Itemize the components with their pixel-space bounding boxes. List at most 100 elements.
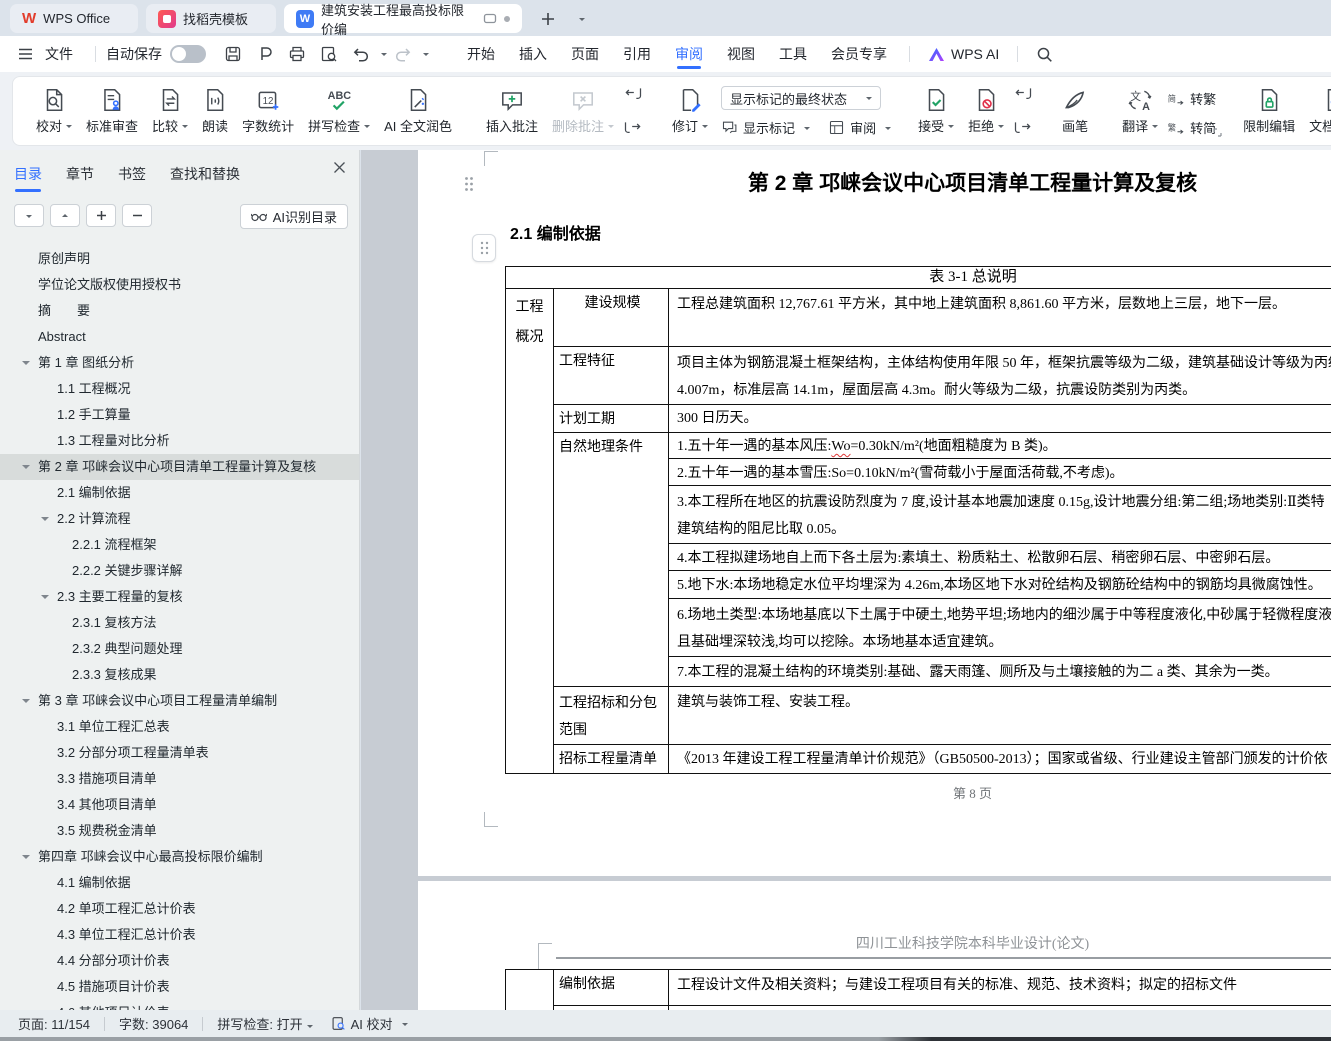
toc-item[interactable]: 4.1 编制依据 <box>0 870 360 896</box>
row-label[interactable]: 建设规模 <box>554 289 669 347</box>
cell-text[interactable]: 7.本工程的混凝土结构的环境类别:基础、露天雨篷、厕所及与土壤接触的为二 a 类… <box>669 657 1331 687</box>
encrypt-document-button[interactable]: 文档加密 <box>1302 83 1331 139</box>
toc-item[interactable]: 2.2.2 关键步骤详解 <box>0 558 360 584</box>
tab-collab-icon[interactable] <box>483 12 497 26</box>
wps-ai-button[interactable]: WPS AI <box>920 46 1007 62</box>
general-description-table[interactable]: 表 3-1 总说明 工程概况 建设规模 工程总建筑面积 12,767.61 平方… <box>505 266 1331 774</box>
toc-item[interactable]: 1.1 工程概况 <box>0 376 360 402</box>
menu-view[interactable]: 视图 <box>715 36 767 72</box>
track-changes-button[interactable]: 修订 <box>665 83 715 139</box>
markup-state-select[interactable]: 显示标记的最终状态 <box>721 86 881 110</box>
row-label[interactable]: 招标工程量清单 <box>554 745 669 774</box>
menu-start[interactable]: 开始 <box>455 36 507 72</box>
menu-page[interactable]: 页面 <box>559 36 611 72</box>
toc-item[interactable]: 4.5 措施项目计价表 <box>0 974 360 1000</box>
document-canvas[interactable]: 第 2 章 邛崃会议中心项目清单工程量计算及复核 2.1 编制依据 表 3-1 … <box>361 150 1331 1010</box>
reject-button[interactable]: 拒绝 <box>961 83 1011 139</box>
toc-zoom-in-button[interactable] <box>86 204 116 227</box>
toc-item[interactable]: 2.3 主要工程量的复核 <box>0 584 360 610</box>
toc-collapse-up-button[interactable] <box>50 204 80 227</box>
cell-text[interactable]: 工程设计文件及相关资料；与建设工程项目有关的标准、规范、技术资料；拟定的招标文件 <box>669 970 1331 1006</box>
row-group-label[interactable]: 工程概况 <box>506 289 554 774</box>
tab-list-dropdown[interactable] <box>568 7 592 31</box>
collapse-arrow-icon[interactable] <box>22 855 30 863</box>
toc-item[interactable]: 2.3.1 复核方法 <box>0 610 360 636</box>
dialog-launcher-icon[interactable] <box>1213 128 1222 137</box>
cell-text[interactable]: 1.五十年一遇的基本风压:Wo=0.30kN/m²(地面粗糙度为 B 类)。 <box>669 433 1331 459</box>
ai-proofread-button[interactable]: AI 校对 <box>331 1014 408 1033</box>
menu-tools[interactable]: 工具 <box>767 36 819 72</box>
hamburger-icon[interactable] <box>12 42 38 66</box>
row-label[interactable]: 工程招标和分包范围 <box>554 687 669 745</box>
menu-insert[interactable]: 插入 <box>507 36 559 72</box>
row-label[interactable]: 自然地理条件 <box>554 433 669 687</box>
toc-item[interactable]: 2.2 计算流程 <box>0 506 360 532</box>
insert-comment-button[interactable]: 插入批注 <box>479 83 545 139</box>
tab-wps-home[interactable]: W WPS Office <box>10 4 138 33</box>
autosave-toggle[interactable] <box>170 45 206 63</box>
ai-polish-button[interactable]: AI 全文润色 <box>377 83 459 139</box>
collapse-arrow-icon[interactable] <box>41 595 49 603</box>
compare-button[interactable]: 比较 <box>145 83 195 139</box>
cell-text[interactable]: 6.场地土类型:本场地基底以下土属于中硬土,地势平坦;场地内的细沙属于中等程度液… <box>669 599 1331 657</box>
toc-item[interactable]: 4.2 单项工程汇总计价表 <box>0 896 360 922</box>
collapse-arrow-icon[interactable] <box>22 699 30 707</box>
close-sidebar-icon[interactable] <box>333 161 346 174</box>
menu-review[interactable]: 审阅 <box>663 36 715 72</box>
block-drag-handle[interactable] <box>472 234 496 262</box>
row-label[interactable]: 计划工期 <box>554 405 669 433</box>
accept-button[interactable]: 接受 <box>911 83 961 139</box>
cell-text[interactable]: 5.地下水:本场地稳定水位平均埋深为 4.26m,本场区地下水对砼结构及钢筋砼结… <box>669 571 1331 599</box>
toc-item[interactable]: 2.2.1 流程框架 <box>0 532 360 558</box>
sidebar-tab-contents[interactable]: 目录 <box>14 164 42 184</box>
next-change-icon[interactable] <box>1013 119 1033 139</box>
delete-comment-button[interactable]: 删除批注 <box>545 83 621 139</box>
row-label[interactable]: 编制依据 <box>554 970 669 1006</box>
toc-expand-down-button[interactable] <box>14 204 44 227</box>
toc-item[interactable]: 2.3.2 典型问题处理 <box>0 636 360 662</box>
next-comment-icon[interactable] <box>623 119 643 139</box>
toc-item[interactable]: Abstract <box>0 324 360 350</box>
collapse-arrow-icon[interactable] <box>41 517 49 525</box>
toc-item[interactable]: 第 1 章 图纸分析 <box>0 350 360 376</box>
paragraph-drag-handle[interactable] <box>464 176 474 192</box>
read-aloud-button[interactable]: 朗读 <box>195 83 235 139</box>
word-count-indicator[interactable]: 字数: 39064 <box>119 1014 188 1033</box>
toc-item[interactable]: 第 3 章 邛崃会议中心项目工程量清单编制 <box>0 688 360 714</box>
traditional-to-simplified-button[interactable]: 繁 转简 <box>1167 118 1216 137</box>
row-group-cell[interactable] <box>506 970 554 1011</box>
cell-text[interactable]: 4.本工程拟建场地自上而下各土层为:素填土、粉质粘土、松散卵石层、稍密卵石层、中… <box>669 544 1331 571</box>
toc-item[interactable]: 3.4 其他项目清单 <box>0 792 360 818</box>
cell-text[interactable]: 《2013 年建设工程工程量清单计价规范》（GB50500-2013）；国家或省… <box>669 745 1331 774</box>
translate-button[interactable]: 文 A 翻译 <box>1115 83 1165 139</box>
toc-item[interactable]: 摘 要 <box>0 298 360 324</box>
new-tab-button[interactable] <box>536 7 560 31</box>
cell-text[interactable]: 建筑与装饰工程、安装工程。 <box>669 687 1331 745</box>
cell-text[interactable]: 项目主体为钢筋混凝土框架结构，主体结构使用年限 50 年，框架抗震等级为二级，建… <box>669 347 1331 405</box>
toc-item[interactable]: 4.3 单位工程汇总计价表 <box>0 922 360 948</box>
undo-icon[interactable] <box>348 42 374 66</box>
print-preview-icon[interactable] <box>316 42 342 66</box>
simplified-to-traditional-button[interactable]: 简 转繁 <box>1167 89 1216 108</box>
toc-item[interactable]: 原创声明 <box>0 246 360 272</box>
previous-comment-icon[interactable] <box>623 85 643 105</box>
row-label[interactable]: 工程特征 <box>554 347 669 405</box>
spellcheck-status[interactable]: 拼写检查: 打开 <box>217 1014 312 1033</box>
export-pdf-icon[interactable] <box>252 42 278 66</box>
save-icon[interactable] <box>220 42 246 66</box>
toc-item[interactable]: 学位论文版权使用授权书 <box>0 272 360 298</box>
chapter-title[interactable]: 第 2 章 邛崃会议中心项目清单工程量计算及复核 <box>505 167 1331 197</box>
collapse-arrow-icon[interactable] <box>22 465 30 473</box>
sidebar-tab-find-replace[interactable]: 查找和替换 <box>170 164 240 184</box>
toc-item[interactable]: 第四章 邛崃会议中心最高投标限价编制 <box>0 844 360 870</box>
cell-text[interactable]: 工程总建筑面积 12,767.61 平方米，其中地上建筑面积 8,861.60 … <box>669 289 1331 347</box>
redo-icon[interactable] <box>390 42 416 66</box>
toc-zoom-out-button[interactable] <box>122 204 152 227</box>
toc-item[interactable]: 3.5 规费税金清单 <box>0 818 360 844</box>
standard-review-button[interactable]: 标准审查 <box>79 83 145 139</box>
menu-reference[interactable]: 引用 <box>611 36 663 72</box>
toc-item[interactable]: 1.2 手工算量 <box>0 402 360 428</box>
cell-text[interactable]: 3.本工程所在地区的抗震设防烈度为 7 度,设计基本地震加速度 0.15g,设计… <box>669 486 1331 544</box>
toc-item[interactable]: 4.6 其他项目计价表 <box>0 1000 360 1010</box>
review-panel-button[interactable]: 审阅 <box>828 118 891 137</box>
